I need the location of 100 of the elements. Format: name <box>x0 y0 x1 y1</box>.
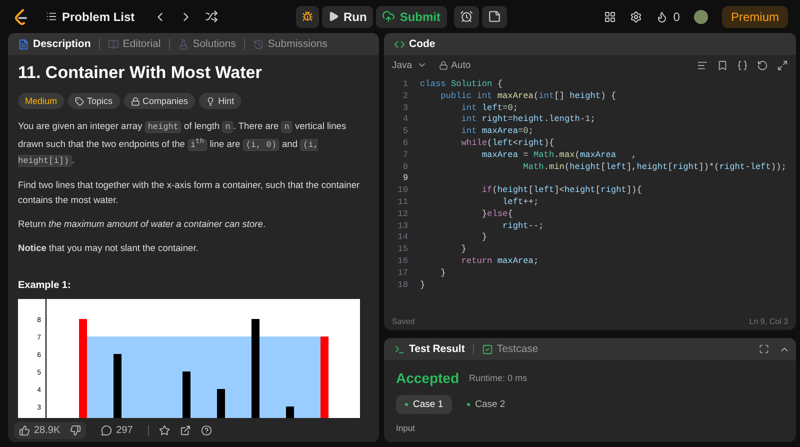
run-button[interactable]: Run <box>322 6 373 28</box>
code-line: int left=0; <box>460 102 518 114</box>
tag-chip[interactable]: Topics <box>68 93 120 109</box>
thumbs-down-icon <box>70 424 82 436</box>
comments-button[interactable]: 297 <box>96 422 138 438</box>
code-line: } <box>460 244 466 256</box>
lock-icon <box>130 96 140 106</box>
help-icon[interactable] <box>200 424 212 436</box>
code-line: int right=height.length-1; <box>460 114 596 126</box>
panel-tab[interactable]: Submissions <box>248 38 332 50</box>
line-number: 18 <box>396 280 408 292</box>
line-number: 8 <box>402 162 408 174</box>
problem-title: 11. Container With Most Water <box>18 63 263 83</box>
panel-tab[interactable]: Test Result <box>390 343 469 355</box>
accepted-status: Accepted <box>396 370 460 386</box>
code-line: public int maxArea(int[] height) { <box>440 90 616 103</box>
line-number: 6 <box>402 138 408 150</box>
star-icon[interactable] <box>158 424 170 436</box>
shuffle-icon[interactable] <box>204 10 218 23</box>
grid-icon[interactable] <box>604 10 616 22</box>
language-select[interactable]: Java <box>392 54 428 76</box>
tag-chip[interactable]: Companies <box>124 93 196 109</box>
bookmark-icon[interactable] <box>717 60 728 70</box>
debug-button[interactable] <box>296 6 318 28</box>
line-number: 12 <box>396 208 408 221</box>
submit-button[interactable]: Submit <box>376 6 446 28</box>
checkbox-icon <box>482 344 493 354</box>
code-tab[interactable]: Code <box>390 38 440 50</box>
line-number: 10 <box>396 185 408 197</box>
case-tab[interactable]: Case 1 <box>396 395 452 414</box>
notes-button[interactable] <box>482 6 506 28</box>
case-tab[interactable]: Case 2 <box>458 395 514 414</box>
problem-list-button[interactable]: Problem List <box>40 6 141 28</box>
code-icon <box>394 38 405 50</box>
line-number: 16 <box>396 256 408 268</box>
expand-icon[interactable] <box>777 60 788 70</box>
format-icon[interactable] <box>697 60 708 70</box>
tab-icon <box>108 38 119 50</box>
code-line: while(left<right){ <box>460 138 554 150</box>
line-number: 5 <box>402 126 408 138</box>
list-icon <box>46 11 57 22</box>
panel-tab[interactable]: Editorial <box>104 38 165 50</box>
panel-tab[interactable]: Description <box>14 38 95 50</box>
code-line: }else{ <box>480 208 513 221</box>
code-line: right--; <box>502 220 544 232</box>
line-number: 13 <box>396 220 408 232</box>
braces-icon[interactable] <box>737 60 748 70</box>
thumbs-up-icon <box>19 424 30 436</box>
streak-button[interactable]: 0 <box>656 6 680 28</box>
code-line: } <box>480 232 488 244</box>
difficulty-tag[interactable]: Medium <box>18 93 64 109</box>
logo-icon[interactable] <box>14 8 28 24</box>
line-number: 7 <box>402 150 408 162</box>
lock-icon <box>439 60 448 70</box>
bug-icon <box>302 11 312 22</box>
lightbulb-icon <box>206 96 216 106</box>
example-heading: Example 1: <box>18 280 72 291</box>
code-line: left++; <box>502 196 539 209</box>
tab-icon <box>18 38 29 50</box>
code-line: Math.min(height[left],height[right])*(right-left)); <box>522 162 786 174</box>
tag-chip[interactable]: Hint <box>199 93 242 109</box>
line-number: 14 <box>396 232 408 244</box>
reset-icon[interactable] <box>757 60 768 70</box>
alarm-clock-icon <box>460 10 472 23</box>
code-line: maxArea = Math.max(maxArea , <box>480 150 637 162</box>
premium-button[interactable]: Premium <box>722 6 788 28</box>
line-number: 17 <box>396 268 408 280</box>
avatar[interactable] <box>694 10 708 24</box>
code-line: } <box>440 268 446 280</box>
line-number: 3 <box>402 102 408 114</box>
tag-icon <box>75 96 84 106</box>
saved-status: Saved <box>392 316 415 326</box>
tab-icon <box>252 38 264 50</box>
cursor-position: Ln 9, Col 3 <box>749 316 788 326</box>
fullscreen-icon[interactable] <box>759 344 769 354</box>
share-icon[interactable] <box>180 424 191 436</box>
line-number: 1 <box>402 79 408 91</box>
line-number: 2 <box>402 90 408 103</box>
terminal-icon <box>394 344 405 354</box>
tab-icon <box>178 38 189 50</box>
code-line: class Solution { <box>420 79 503 91</box>
panel-tab[interactable]: Testcase <box>478 343 542 355</box>
play-icon <box>328 11 338 22</box>
note-icon <box>488 10 500 23</box>
line-number: 15 <box>396 244 408 256</box>
description-paragraph: Find two lines that together with the x-axis form a container, such that the container contains the most water. <box>18 178 361 207</box>
settings-icon[interactable] <box>630 10 642 22</box>
auto-mode-label: Auto <box>439 60 471 70</box>
code-line: } <box>420 280 426 292</box>
input-label: Input <box>396 423 416 433</box>
timer-button[interactable] <box>454 6 478 28</box>
code-line: int maxArea=0; <box>460 126 534 138</box>
comment-icon <box>101 424 112 436</box>
description-paragraph: You are given an integer array height of length n . There are n vertical lines drawn such that the two endpoints of the i$^{th}$ line are (i, 0) and (i, height[i]) . <box>18 120 348 169</box>
description-paragraph: Return the maximum amount of water a container can store. <box>18 218 267 231</box>
code-line: return maxArea; <box>460 256 539 268</box>
panel-tab[interactable]: Solutions <box>174 38 240 50</box>
line-number: 4 <box>402 114 408 126</box>
flame-icon <box>656 10 668 22</box>
runtime-text: Runtime: 0 ms <box>469 373 528 383</box>
